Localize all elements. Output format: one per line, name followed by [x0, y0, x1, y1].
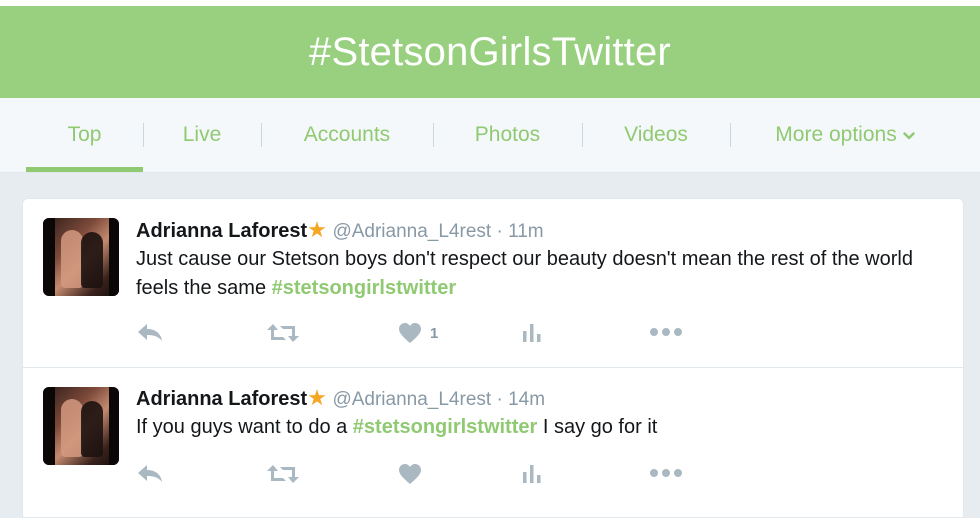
page-title: #StetsonGirlsTwitter — [309, 29, 671, 74]
like-count: 1 — [430, 324, 439, 342]
author-handle[interactable]: @Adrianna_L4rest — [332, 221, 491, 242]
timestamp[interactable]: 14m — [508, 389, 545, 410]
avatar-frame — [43, 218, 55, 296]
avatar-frame — [43, 387, 55, 465]
tab-label: Videos — [624, 123, 688, 146]
tweet-text: If you guys want to do a #stetsongirlstw… — [136, 413, 946, 442]
timeline-card: Adrianna Laforest★ @Adrianna_L4rest · 11… — [22, 198, 964, 518]
more-button[interactable] — [649, 326, 683, 338]
star-icon: ★ — [307, 217, 327, 242]
avatar[interactable] — [43, 218, 119, 296]
reply-button[interactable] — [136, 321, 164, 343]
tweet[interactable]: Adrianna Laforest★ @Adrianna_L4rest · 14… — [23, 368, 963, 518]
avatar[interactable] — [43, 387, 119, 465]
more-icon — [650, 328, 682, 336]
tab-label: Accounts — [303, 123, 391, 146]
retweet-icon — [267, 324, 299, 342]
reply-icon — [138, 324, 162, 341]
chevron-down-icon — [903, 128, 915, 144]
avatar-frame — [109, 218, 119, 296]
avatar-figure — [81, 401, 103, 457]
tweet-text-before: If you guys want to do a — [136, 416, 353, 438]
avatar-frame — [109, 387, 119, 465]
timestamp[interactable]: 11m — [508, 221, 544, 242]
more-button[interactable] — [649, 467, 683, 479]
hashtag-link[interactable]: #stetsongirlstwitter — [353, 416, 537, 438]
tweet-text: Just cause our Stetson boys don't respec… — [136, 245, 946, 303]
avatar-figure — [81, 232, 103, 288]
time-separator: · — [491, 221, 509, 242]
tweet[interactable]: Adrianna Laforest★ @Adrianna_L4rest · 11… — [23, 199, 963, 367]
tweet-text-before: Just cause our Stetson boys don't respec… — [136, 248, 913, 299]
tweet-header: Adrianna Laforest★ @Adrianna_L4rest · 14… — [136, 385, 545, 411]
tab-more-options[interactable]: More options — [730, 98, 960, 172]
author-handle[interactable]: @Adrianna_L4rest — [332, 389, 491, 410]
tab-label: More options — [775, 123, 897, 146]
reply-icon — [138, 465, 162, 482]
time-separator: · — [491, 389, 509, 410]
like-button[interactable]: 1 — [398, 322, 438, 344]
tab-videos[interactable]: Videos — [582, 98, 730, 172]
avatar-figure — [61, 230, 83, 288]
heart-icon — [399, 464, 421, 484]
tweet-text-after: I say go for it — [537, 416, 658, 438]
tweet-header: Adrianna Laforest★ @Adrianna_L4rest · 11… — [136, 217, 544, 243]
retweet-icon — [267, 465, 299, 483]
tab-accounts[interactable]: Accounts — [261, 98, 433, 172]
heart-icon — [399, 323, 421, 343]
reply-button[interactable] — [136, 462, 164, 484]
retweet-button[interactable] — [266, 463, 300, 485]
like-button[interactable] — [398, 463, 430, 485]
tab-label: Live — [182, 123, 222, 146]
analytics-button[interactable] — [521, 322, 543, 344]
hashtag-link[interactable]: #stetsongirlstwitter — [272, 277, 456, 299]
star-icon: ★ — [307, 385, 327, 410]
analytics-icon — [523, 465, 541, 483]
tab-label: Top — [67, 123, 102, 146]
author-name[interactable]: Adrianna Laforest — [136, 388, 307, 410]
retweet-button[interactable] — [266, 322, 300, 344]
tab-live[interactable]: Live — [143, 98, 261, 172]
tab-photos[interactable]: Photos — [433, 98, 582, 172]
avatar-figure — [61, 399, 83, 457]
author-name[interactable]: Adrianna Laforest — [136, 220, 307, 242]
tab-label: Photos — [474, 123, 541, 146]
analytics-icon — [523, 324, 541, 342]
analytics-button[interactable] — [521, 463, 543, 485]
more-icon — [650, 469, 682, 477]
page-header: #StetsonGirlsTwitter — [0, 6, 980, 98]
tab-top[interactable]: Top — [26, 98, 143, 172]
tab-bar: Top Live Accounts Photos Videos More opt… — [0, 98, 980, 173]
